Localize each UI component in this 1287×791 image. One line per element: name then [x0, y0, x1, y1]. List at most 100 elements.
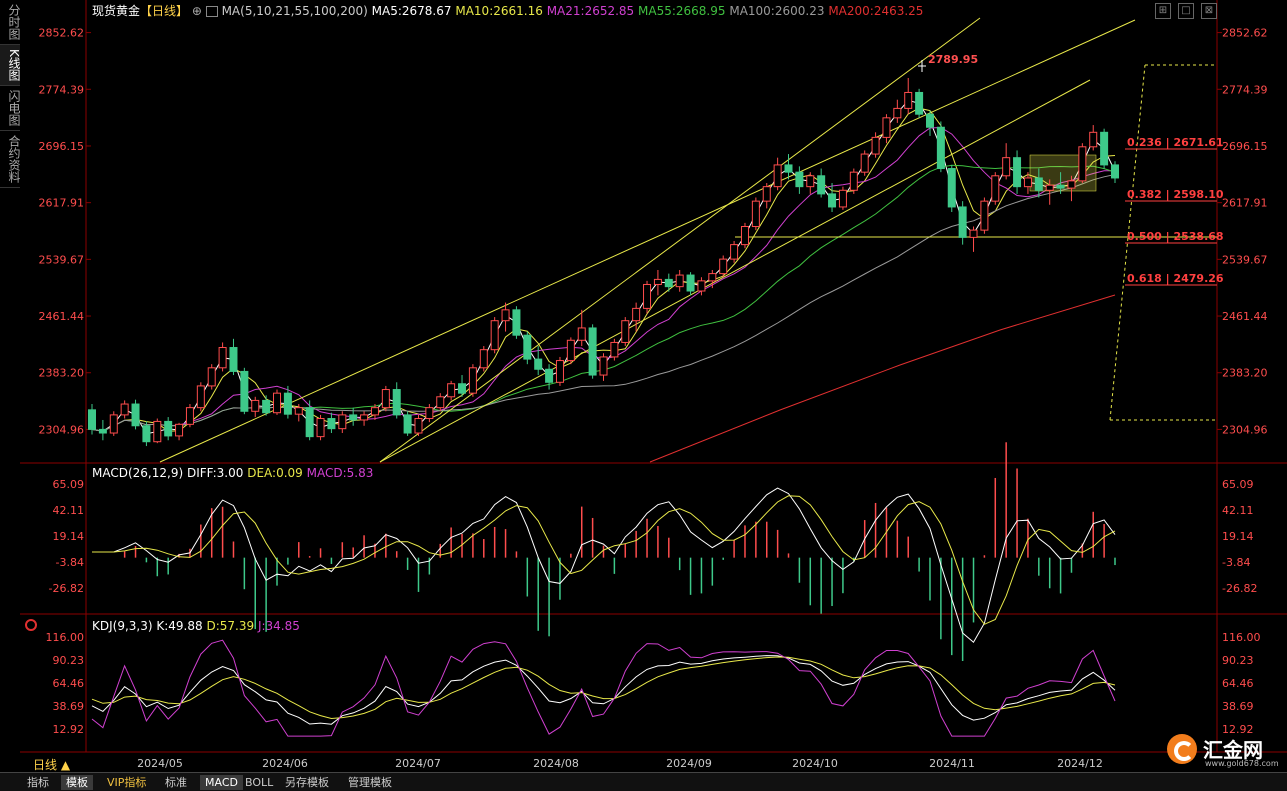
- macd-axis-label-right: -3.84: [1222, 556, 1250, 569]
- ma55-value: MA55:2668.95: [638, 4, 726, 18]
- date-label: 2024/09: [666, 757, 712, 770]
- price-axis-label-right: 2539.67: [1222, 253, 1268, 266]
- restore-icon[interactable]: ⊞: [1155, 3, 1171, 19]
- candle-body: [577, 327, 586, 341]
- candle-body: [1023, 177, 1032, 188]
- symbol-name: 现货黄金: [92, 4, 141, 18]
- candle-body: [1013, 157, 1022, 188]
- candle-body: [751, 200, 760, 228]
- macd-header: MACD(26,12,9) DIFF:3.00 DEA:0.09 MACD:5.…: [92, 466, 373, 480]
- candle-body: [240, 370, 249, 412]
- candle-body: [904, 91, 913, 109]
- candle-body: [664, 278, 673, 288]
- price-axis-label-right: 2383.20: [1222, 367, 1268, 380]
- main-header: 现货黄金【日线】 ⊕ MA(5,10,21,55,100,200) MA5:26…: [92, 2, 923, 19]
- minimize-icon[interactable]: □: [1178, 3, 1194, 19]
- high-price-label: 2789.95: [928, 53, 978, 66]
- candle-body: [599, 356, 608, 376]
- candle-body: [98, 428, 107, 434]
- macd-axis-label-left: 19.14: [53, 530, 85, 543]
- candle-body: [142, 425, 151, 443]
- kdj-axis-label-left: 116.00: [46, 631, 85, 644]
- chart-area[interactable]: 2852.62 2852.62 2774.39 2774.39 2696.15 2696.…: [0, 0, 1287, 772]
- fib-382-label: 0.382 | 2598.10: [1127, 188, 1224, 201]
- candle-body: [643, 283, 652, 309]
- macd-axis-label-left: -26.82: [49, 582, 84, 595]
- close-icon[interactable]: ⊠: [1201, 3, 1217, 19]
- candle-body: [838, 189, 847, 208]
- macd-axis-label-left: 42.11: [53, 504, 85, 517]
- price-axis-label-left: 2383.20: [39, 367, 85, 380]
- tab-manage-template[interactable]: 管理模板: [343, 775, 397, 790]
- candle-body: [1002, 157, 1011, 177]
- candle-body: [675, 274, 684, 288]
- tab-boll[interactable]: BOLL: [240, 775, 278, 790]
- candle-body: [153, 420, 162, 443]
- candle-body: [273, 392, 282, 414]
- tab-macd[interactable]: MACD: [200, 775, 243, 790]
- tab-template[interactable]: 模板: [61, 775, 93, 790]
- candle-body: [164, 420, 173, 437]
- candle-body: [501, 309, 510, 322]
- price-axis-label-left: 2617.91: [39, 197, 85, 210]
- date-label: 2024/11: [929, 757, 975, 770]
- period-selector[interactable]: 日线 ▲: [33, 756, 70, 773]
- ma21-value: MA21:2652.85: [546, 4, 635, 18]
- logo-url: www.gold678.com: [1205, 759, 1279, 768]
- candle-body: [1111, 164, 1119, 179]
- candle-body: [131, 403, 140, 427]
- macd-axis-label-left: 65.09: [53, 478, 85, 491]
- candle-body: [512, 309, 521, 336]
- candle-body: [947, 168, 956, 208]
- price-axis-label-right: 2774.39: [1222, 83, 1268, 96]
- candle-body: [338, 414, 347, 430]
- candle-body: [925, 113, 934, 128]
- bottom-toolbar: 指标 模板 VIP指标 标准 MACD BOLL 另存模板 管理模板: [0, 772, 1287, 791]
- candle-body: [468, 367, 477, 394]
- candle-body: [1034, 177, 1043, 191]
- kdj-j: J:34.85: [257, 619, 300, 633]
- candle-body: [251, 399, 260, 412]
- candle-body: [196, 385, 205, 409]
- candle-body: [915, 91, 924, 115]
- macd-diff: DIFF:3.00: [186, 466, 244, 480]
- candle-body: [545, 368, 554, 383]
- macd-axis-label-right: 65.09: [1222, 478, 1254, 491]
- tab-indicator[interactable]: 指标: [22, 775, 54, 790]
- ma-params: MA(5,10,21,55,100,200): [221, 4, 368, 18]
- date-label: 2024/10: [792, 757, 838, 770]
- tab-save-template[interactable]: 另存模板: [280, 775, 334, 790]
- candle-body: [730, 244, 739, 260]
- price-axis-label-left: 2774.39: [39, 83, 85, 96]
- price-axis-label-right: 2696.15: [1222, 140, 1268, 153]
- candle-body: [88, 409, 96, 430]
- candle-body: [817, 175, 826, 195]
- candle-body: [1078, 146, 1087, 182]
- candle-body: [1067, 180, 1076, 189]
- candle-body: [795, 171, 804, 188]
- candle-body: [262, 399, 271, 414]
- candle-body: [392, 389, 401, 416]
- candle-body: [534, 358, 543, 370]
- date-label: 2024/06: [262, 757, 308, 770]
- kdj-k: K:49.88: [156, 619, 203, 633]
- ma100-value: MA100:2600.23: [729, 4, 825, 18]
- tab-standard[interactable]: 标准: [160, 775, 192, 790]
- price-axis-label-left: 2461.44: [39, 310, 85, 323]
- ma-toggle-icon[interactable]: [205, 6, 218, 17]
- pane-indicator-icon[interactable]: [25, 619, 37, 631]
- candle-body: [458, 383, 467, 394]
- candle-body: [175, 423, 184, 437]
- candle-body: [740, 226, 749, 246]
- macd-axis-label-right: 42.11: [1222, 504, 1254, 517]
- candle-body: [697, 280, 706, 292]
- price-axis-label-left: 2304.96: [39, 423, 85, 436]
- candle-body: [436, 396, 445, 409]
- candle-body: [980, 200, 989, 231]
- date-label: 2024/08: [533, 757, 579, 770]
- ma200-value: MA200:2463.25: [828, 4, 924, 18]
- candle-body: [849, 171, 858, 191]
- ma10-value: MA10:2661.16: [455, 4, 543, 18]
- tab-vip-indicator[interactable]: VIP指标: [102, 775, 151, 790]
- settings-icon[interactable]: ⊕: [192, 4, 202, 18]
